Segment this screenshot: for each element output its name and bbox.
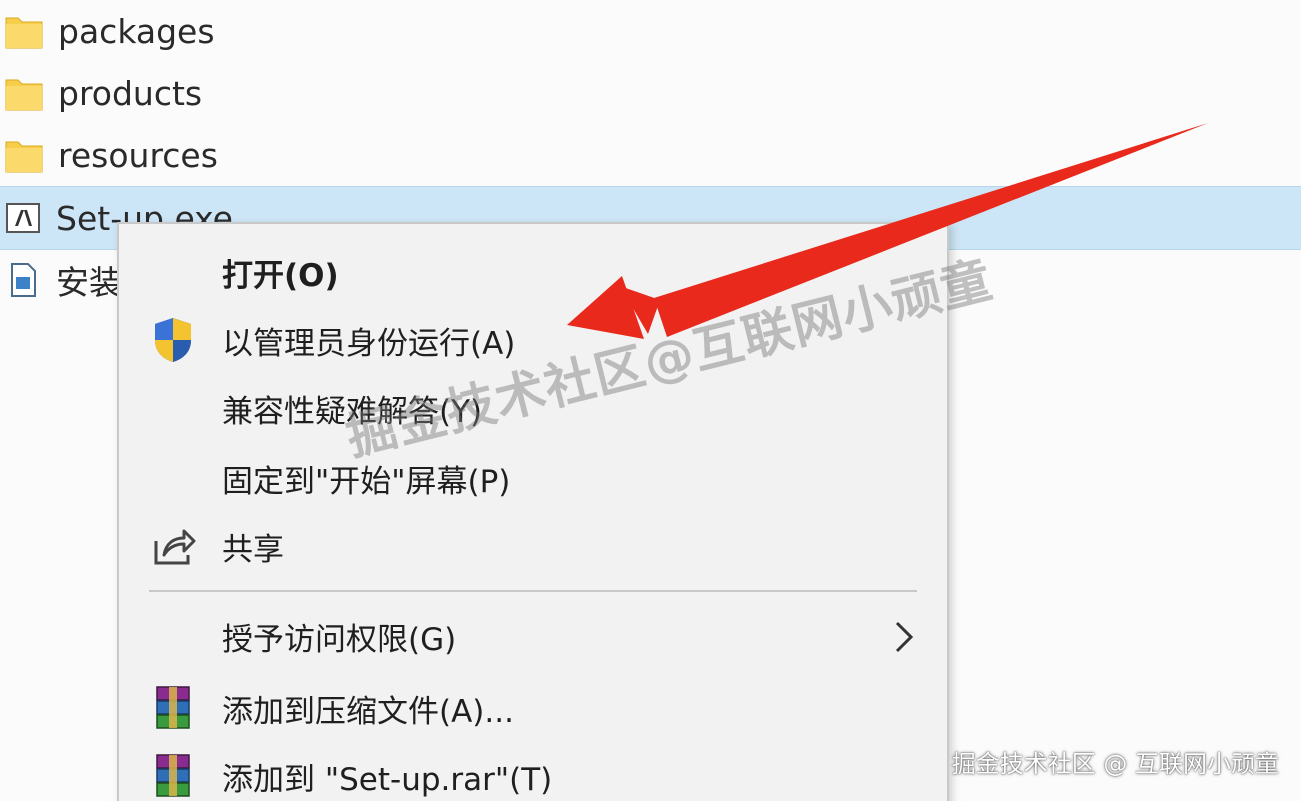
menu-item-label: 添加到压缩文件(A)...	[222, 693, 514, 730]
folder-icon	[5, 79, 43, 111]
file-name: resources	[58, 135, 218, 175]
menu-item-label: 以管理员身份运行(A)	[222, 325, 516, 362]
uac-shield-icon	[147, 314, 199, 366]
file-explorer-view: packages products resources Set-up.exe 安…	[0, 0, 1301, 801]
adobe-exe-icon	[6, 203, 40, 233]
menu-item-pin-to-start[interactable]: 固定到"开始"屏幕(P)	[119, 446, 947, 510]
document-icon	[11, 263, 36, 297]
file-name: packages	[58, 11, 215, 51]
menu-item-share[interactable]: 共享	[119, 514, 947, 578]
menu-separator	[149, 590, 917, 592]
file-row-products[interactable]: products	[0, 62, 1301, 124]
folder-icon	[5, 17, 43, 49]
watermark-corner: 掘金技术社区 @ 互联网小顽童	[951, 750, 1279, 778]
file-name: products	[58, 73, 203, 113]
menu-item-grant-access[interactable]: 授予访问权限(G)	[119, 604, 947, 668]
file-row-resources[interactable]: resources	[0, 124, 1301, 186]
menu-item-label: 打开(O)	[222, 257, 339, 294]
share-icon	[147, 520, 199, 572]
winrar-icon	[147, 682, 199, 734]
menu-item-add-to-archive[interactable]: 添加到压缩文件(A)...	[119, 676, 947, 740]
menu-item-label: 共享	[222, 531, 284, 568]
menu-item-add-to-setup-rar[interactable]: 添加到 "Set-up.rar"(T)	[119, 744, 947, 801]
chevron-right-icon	[895, 621, 914, 653]
winrar-icon	[147, 750, 199, 801]
menu-item-label: 授予访问权限(G)	[222, 621, 457, 658]
menu-item-label: 添加到 "Set-up.rar"(T)	[222, 761, 553, 798]
file-name: 安装	[56, 263, 122, 302]
file-row-packages[interactable]: packages	[0, 0, 1301, 62]
folder-icon	[5, 141, 43, 173]
